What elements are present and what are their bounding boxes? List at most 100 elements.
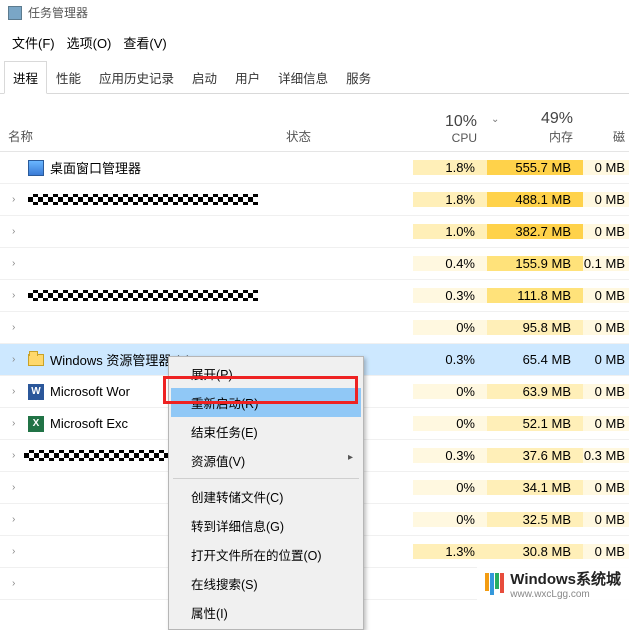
menu-options[interactable]: 选项(O) [63,31,116,54]
menu-file[interactable]: 文件(F) [8,31,59,54]
dwm-icon [28,160,44,176]
disk-cell: 0 MB [583,192,629,207]
tab-startup[interactable]: 启动 [183,61,226,94]
expand-toggle[interactable]: › [12,194,22,205]
tab-performance[interactable]: 性能 [47,61,90,94]
menubar: 文件(F) 选项(O) 查看(V) [0,25,629,60]
expand-toggle[interactable]: › [12,258,22,269]
disk-cell: 0 MB [583,544,629,559]
table-row[interactable]: › 0.3% 111.8 MB 0 MB [0,280,629,312]
table-row[interactable]: › 0% 95.8 MB 0 MB [0,312,629,344]
menu-open-file-location[interactable]: 打开文件所在的位置(O) [171,540,361,569]
col-header-disk[interactable]: 磁 [583,109,629,151]
menu-resource-values[interactable]: 资源值(V) [171,446,361,475]
disk-cell: 0 MB [583,480,629,495]
mem-cell: 65.4 MB [487,352,583,367]
expand-toggle[interactable]: › [12,322,22,333]
mem-cell: 155.9 MB [487,256,583,271]
disk-label: 磁 [583,128,625,145]
tab-processes[interactable]: 进程 [4,61,47,94]
mem-cell: 111.8 MB [487,288,583,303]
watermark-url: www.wxcLgg.com [510,589,621,600]
mem-cell: 488.1 MB [487,192,583,207]
tab-app-history[interactable]: 应用历史记录 [90,61,183,94]
menu-separator [173,478,359,479]
cpu-cell: 0% [413,512,487,527]
app-icon [8,6,22,20]
cpu-cell: 0% [413,320,487,335]
mem-cell: 52.1 MB [487,416,583,431]
titlebar: 任务管理器 [0,0,629,25]
column-headers: 名称 状态 10% CPU ⌄ 49% 内存 磁 [0,94,629,152]
disk-cell: 0 MB [583,384,629,399]
mem-cell: 30.8 MB [487,544,583,559]
table-row[interactable]: › 1.0% 382.7 MB 0 MB [0,216,629,248]
process-name: 桌面窗口管理器 [50,158,141,177]
tab-details[interactable]: 详细信息 [269,61,337,94]
task-manager-window: 任务管理器 文件(F) 选项(O) 查看(V) 进程 性能 应用历史记录 启动 … [0,0,629,604]
expand-toggle[interactable]: › [12,482,22,493]
expand-toggle[interactable]: › [12,226,22,237]
cpu-cell: 0.3% [413,448,487,463]
expand-toggle[interactable]: › [12,578,22,589]
mem-cell: 37.6 MB [487,448,583,463]
cpu-label: CPU [413,131,477,145]
process-name: Microsoft Exc [50,416,128,431]
col-header-cpu[interactable]: 10% CPU [413,109,487,151]
word-icon: W [28,384,44,400]
window-title: 任务管理器 [28,4,88,21]
process-name: Microsoft Wor [50,384,130,399]
table-row[interactable]: › 0.4% 155.9 MB 0.1 MB [0,248,629,280]
mem-cell: 95.8 MB [487,320,583,335]
memory-label: 内存 [487,128,573,145]
context-menu: 展开(P) 重新启动(R) 结束任务(E) 资源值(V) 创建转储文件(C) 转… [168,356,364,630]
mem-cell: 555.7 MB [487,160,583,175]
menu-goto-details[interactable]: 转到详细信息(G) [171,511,361,540]
cpu-cell: 1.3% [413,544,487,559]
disk-cell: 0.3 MB [583,448,629,463]
mem-cell: 32.5 MB [487,512,583,527]
tabbar: 进程 性能 应用历史记录 启动 用户 详细信息 服务 [0,60,629,94]
disk-cell: 0 MB [583,512,629,527]
menu-restart[interactable]: 重新启动(R) [171,388,361,417]
menu-create-dump[interactable]: 创建转储文件(C) [171,482,361,511]
cpu-cell: 0.4% [413,256,487,271]
table-row[interactable]: 桌面窗口管理器 1.8% 555.7 MB 0 MB [0,152,629,184]
disk-cell: 0 MB [583,416,629,431]
watermark: Windows系统城 www.wxcLgg.com [477,564,629,604]
tab-services[interactable]: 服务 [337,61,380,94]
expand-toggle[interactable]: › [12,450,22,461]
cpu-cell: 0% [413,480,487,495]
expand-toggle[interactable]: › [12,418,22,429]
expand-toggle[interactable]: › [12,354,22,365]
cpu-cell: 0.3% [413,352,487,367]
disk-cell: 0.1 MB [583,256,629,271]
menu-properties[interactable]: 属性(I) [171,598,361,627]
disk-cell: 0 MB [583,320,629,335]
expand-toggle[interactable]: › [12,514,22,525]
table-row[interactable]: › 1.8% 488.1 MB 0 MB [0,184,629,216]
col-header-status[interactable]: 状态 [278,126,413,151]
col-header-memory[interactable]: ⌄ 49% 内存 [487,106,583,151]
menu-view[interactable]: 查看(V) [119,31,170,54]
menu-end-task[interactable]: 结束任务(E) [171,417,361,446]
col-header-name[interactable]: 名称 [0,126,278,151]
mem-cell: 63.9 MB [487,384,583,399]
sort-indicator-icon: ⌄ [491,114,499,125]
cpu-cell: 1.8% [413,192,487,207]
memory-usage-total: 49% [487,110,573,128]
disk-cell: 0 MB [583,352,629,367]
cpu-cell: 1.8% [413,160,487,175]
mem-cell: 382.7 MB [487,224,583,239]
folder-icon [28,352,44,368]
redacted-area [28,194,258,205]
cpu-usage-total: 10% [413,113,477,131]
menu-search-online[interactable]: 在线搜索(S) [171,569,361,598]
expand-toggle[interactable]: › [12,546,22,557]
menu-expand[interactable]: 展开(P) [171,359,361,388]
expand-toggle[interactable]: › [12,290,22,301]
watermark-logo-icon [485,573,504,595]
expand-toggle[interactable]: › [12,386,22,397]
tab-users[interactable]: 用户 [226,61,269,94]
watermark-title: Windows系统城 [510,571,621,588]
